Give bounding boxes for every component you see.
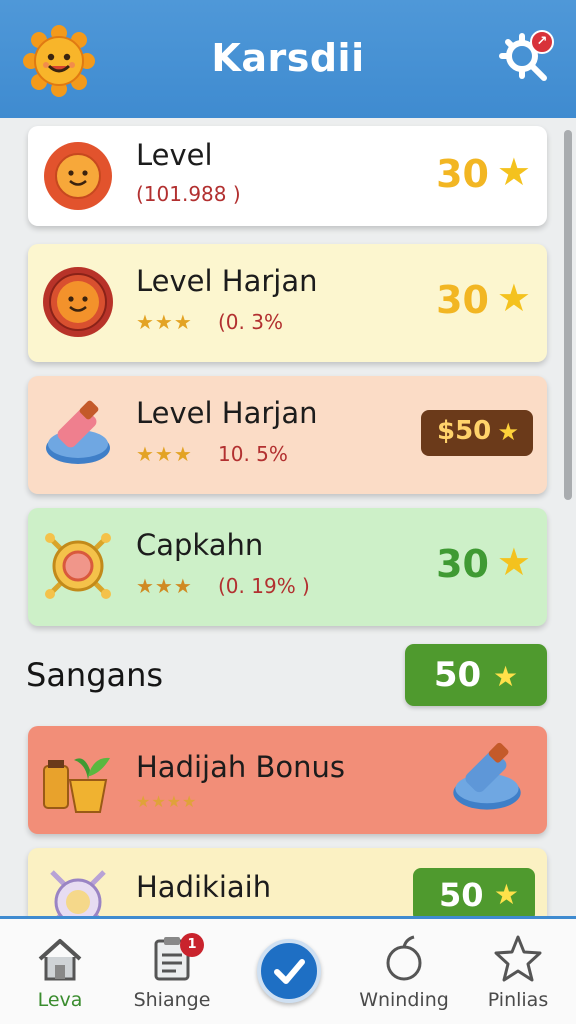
card-title: Hadijah Bonus — [136, 750, 345, 784]
notification-badge: ↗ — [530, 30, 554, 54]
price-button[interactable]: $50 ★ — [421, 410, 533, 456]
eraser-icon — [453, 742, 521, 810]
level-harjan-card[interactable]: Level Harjan ★★★ (0. 3% 30 ★ — [28, 244, 547, 362]
sun-medal-icon — [43, 267, 113, 337]
hadikiaih-card[interactable]: Hadikiaih 50 ★ — [28, 848, 547, 916]
card-title: Hadikiaih — [136, 870, 272, 904]
card-stars: ★★★ — [136, 442, 193, 466]
section-title: Sangans — [26, 656, 164, 694]
value-label: 50 — [439, 876, 484, 914]
card-title: Level Harjan — [136, 396, 318, 430]
hadijah-bonus-card[interactable]: Hadijah Bonus ★★★★ — [28, 726, 547, 834]
check-circle-icon — [274, 959, 305, 984]
card-value: 30 — [436, 152, 489, 196]
card-title: Capkahn — [136, 528, 264, 562]
card-subtitle: (101.988 ) — [136, 182, 241, 206]
plant-pot-icon — [43, 757, 110, 813]
nav-label: Pinlias — [487, 989, 549, 1011]
star-icon: ★ — [493, 660, 519, 693]
card-stars: ★★★ — [136, 574, 193, 598]
value-button[interactable]: 50 ★ — [413, 868, 535, 916]
card-stars: ★★★★ — [136, 792, 198, 811]
scrollbar[interactable] — [564, 130, 572, 500]
nav-item-shiange[interactable]: 1 Shiange — [114, 933, 230, 1011]
section-value-button[interactable]: 50 ★ — [405, 644, 547, 706]
card-percent: (0. 19% ) — [218, 574, 310, 598]
level-harjan-card-2[interactable]: Level Harjan ★★★ 10. 5% $50 ★ — [28, 376, 547, 494]
section-value: 50 — [433, 655, 482, 695]
home-icon — [38, 939, 82, 981]
star-icon: ★ — [497, 418, 519, 446]
star-icon: ★ — [496, 540, 531, 584]
nav-item-wninding[interactable]: Wninding — [346, 933, 462, 1011]
nav-label: Wninding — [359, 989, 449, 1011]
nav-item-pinlias[interactable]: Pinlias — [460, 933, 576, 1011]
card-stars: ★★★ — [136, 310, 193, 334]
card-value: 30 — [436, 542, 489, 586]
level-card[interactable]: Level (101.988 ) 30 ★ — [28, 126, 547, 226]
nav-label: Shiange — [133, 989, 211, 1011]
capkahn-card[interactable]: Capkahn ★★★ (0. 19% ) 30 ★ — [28, 508, 547, 626]
main-list[interactable]: Level (101.988 ) 30 ★ Level Harjan ★★★ (… — [0, 118, 576, 916]
ring-gem-icon — [45, 533, 111, 599]
card-title: Level Harjan — [136, 264, 318, 298]
nav-label: Leva — [37, 989, 83, 1011]
price-label: $50 — [437, 416, 492, 446]
card-value: 30 — [436, 278, 489, 322]
nav-item-leva[interactable]: Leva — [2, 933, 118, 1011]
eraser-icon — [46, 400, 110, 464]
star-outline-icon — [494, 935, 542, 982]
ring-icon — [50, 870, 106, 916]
app-title: Karsdii — [211, 36, 365, 80]
nav-badge: 1 — [180, 933, 204, 957]
star-icon: ★ — [493, 878, 519, 911]
apple-icon — [386, 935, 422, 981]
card-percent: 10. 5% — [218, 442, 288, 466]
app-header: Karsdii ↗ — [0, 0, 576, 118]
bottom-nav: Leva 1 Shiange Wninding Pinlias — [0, 916, 576, 1024]
card-percent: (0. 3% — [218, 310, 283, 334]
nav-item-check[interactable] — [257, 939, 321, 1003]
card-title: Level — [136, 138, 213, 172]
star-icon: ★ — [496, 276, 531, 320]
star-icon: ★ — [496, 150, 531, 194]
sun-icon — [44, 142, 112, 210]
